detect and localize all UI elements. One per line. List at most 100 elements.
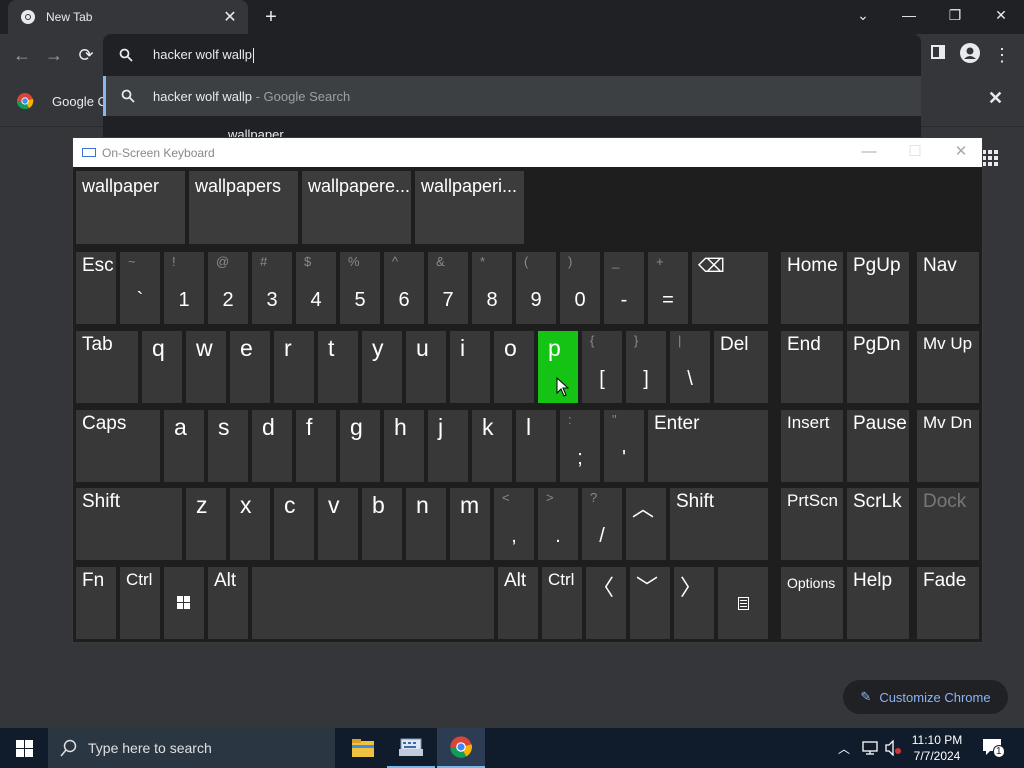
key-enter[interactable]: Enter [648,410,768,482]
key-home[interactable]: Home [781,252,843,324]
key-insert[interactable]: Insert [781,410,843,482]
key-pgdn[interactable]: PgDn [847,331,909,403]
key-o[interactable]: o [494,331,534,403]
key-a[interactable]: a [164,410,204,482]
key-num-0[interactable]: ~ ` [120,252,160,324]
key-space[interactable] [252,567,494,639]
prediction-3[interactable]: wallpapere... [302,171,411,244]
start-button[interactable] [0,728,48,768]
key-mvup[interactable]: Mv Up [917,331,979,403]
restore-button[interactable]: ❐ [932,0,978,30]
key-num-7[interactable]: & 7 [428,252,468,324]
key-k[interactable]: k [472,410,512,482]
key-options[interactable]: Options [781,567,843,639]
tab-close-icon[interactable]: ✕ [218,7,242,27]
key-w[interactable]: w [186,331,226,403]
key-y[interactable]: y [362,331,402,403]
key-help[interactable]: Help [847,567,909,639]
suggestion-row[interactable]: hacker wolf wallp - Google Search [103,76,921,116]
apps-grid-icon[interactable] [980,148,1000,168]
sidepanel-icon[interactable] [926,43,950,67]
key-asym-1[interactable]: " ' [604,410,644,482]
omnibox[interactable]: hacker wolf wallp [103,34,921,76]
tab-new-tab[interactable]: New Tab ✕ [8,0,248,34]
prediction-4[interactable]: wallpaperi... [415,171,524,244]
close-window-button[interactable]: ✕ [978,0,1024,30]
key-f[interactable]: f [296,410,336,482]
key-qsym-1[interactable]: }] [626,331,666,403]
key-num-10[interactable]: ) 0 [560,252,600,324]
key-q[interactable]: q [142,331,182,403]
key-b[interactable]: b [362,488,402,560]
key-num-2[interactable]: @2 [208,252,248,324]
key-arrow-down[interactable]: ﹀ [630,567,670,639]
profile-icon[interactable] [958,43,982,67]
chrome-taskbar-icon[interactable] [437,728,485,768]
key-num-5[interactable]: % 5 [340,252,380,324]
osk-app-icon[interactable] [387,728,435,768]
key-num-4[interactable]: $4 [296,252,336,324]
clock[interactable]: 11:10 PM 7/7/2024 [902,732,972,764]
key-qsym-2[interactable]: | \ [670,331,710,403]
key-h[interactable]: h [384,410,424,482]
prediction-1[interactable]: wallpaper [76,171,185,244]
bookmark-google[interactable]: Google C [16,92,107,110]
key-z[interactable]: z [186,488,226,560]
key-prtscn[interactable]: PrtScn [781,488,843,560]
osk-minimize-button[interactable]: — [854,141,884,163]
file-explorer-icon[interactable] [339,728,387,768]
key-qsym-0[interactable]: {[ [582,331,622,403]
close-icon[interactable]: ✕ [988,88,1003,109]
key-l[interactable]: l [516,410,556,482]
tab-search-chevron-icon[interactable]: ⌄ [840,0,886,30]
volume-muted-icon[interactable] [884,740,902,756]
key-alt-right[interactable]: Alt [498,567,538,639]
key-n[interactable]: n [406,488,446,560]
network-icon[interactable] [862,740,880,756]
reload-icon[interactable]: ⟳ [74,43,98,67]
key-x[interactable]: x [230,488,270,560]
key-fn[interactable]: Fn [76,567,116,639]
key-r[interactable]: r [274,331,314,403]
key-ctrl-right[interactable]: Ctrl [542,567,582,639]
key-num-9[interactable]: (9 [516,252,556,324]
key-tab[interactable]: Tab [76,331,138,403]
menu-dots-icon[interactable]: ⋮ [990,43,1014,67]
key-num-3[interactable]: #3 [252,252,292,324]
forward-arrow-icon[interactable]: → [42,43,66,67]
key-d[interactable]: d [252,410,292,482]
key-shift-left[interactable]: Shift [76,488,182,560]
key-esc[interactable]: Esc [76,252,116,324]
tray-chevron-icon[interactable]: ︿ [838,740,850,757]
key-e[interactable]: e [230,331,270,403]
key-num-8[interactable]: * 8 [472,252,512,324]
osk-close-button[interactable]: ✕ [946,141,976,163]
key-nav[interactable]: Nav [917,252,979,324]
key-shift-right[interactable]: Shift [670,488,768,560]
key-backspace[interactable]: ⌫ [692,252,768,324]
key-dock[interactable]: Dock [917,488,979,560]
key-windows[interactable] [164,567,204,639]
key-pgup[interactable]: PgUp [847,252,909,324]
key-asym-0[interactable]: :; [560,410,600,482]
key-arrow-right[interactable]: 〉 [674,567,714,639]
key-num-11[interactable]: _ - [604,252,644,324]
key-alt-left[interactable]: Alt [208,567,248,639]
key-num-12[interactable]: + = [648,252,688,324]
key-ctrl-left[interactable]: Ctrl [120,567,160,639]
key-zsym-2[interactable]: ? / [582,488,622,560]
taskbar-search-box[interactable]: Type here to search [48,728,335,768]
key-end[interactable]: End [781,331,843,403]
key-caps[interactable]: Caps [76,410,160,482]
key-num-1[interactable]: ! 1 [164,252,204,324]
minimize-button[interactable]: — [886,0,932,30]
key-j[interactable]: j [428,410,468,482]
key-v[interactable]: v [318,488,358,560]
key-pause[interactable]: Pause [847,410,909,482]
key-zsym-0[interactable]: <, [494,488,534,560]
new-tab-button[interactable]: + [258,4,284,30]
key-i[interactable]: i [450,331,490,403]
key-arrow-left[interactable]: 〈 [586,567,626,639]
customize-chrome-button[interactable]: ✎ Customize Chrome [843,680,1008,714]
key-c[interactable]: c [274,488,314,560]
